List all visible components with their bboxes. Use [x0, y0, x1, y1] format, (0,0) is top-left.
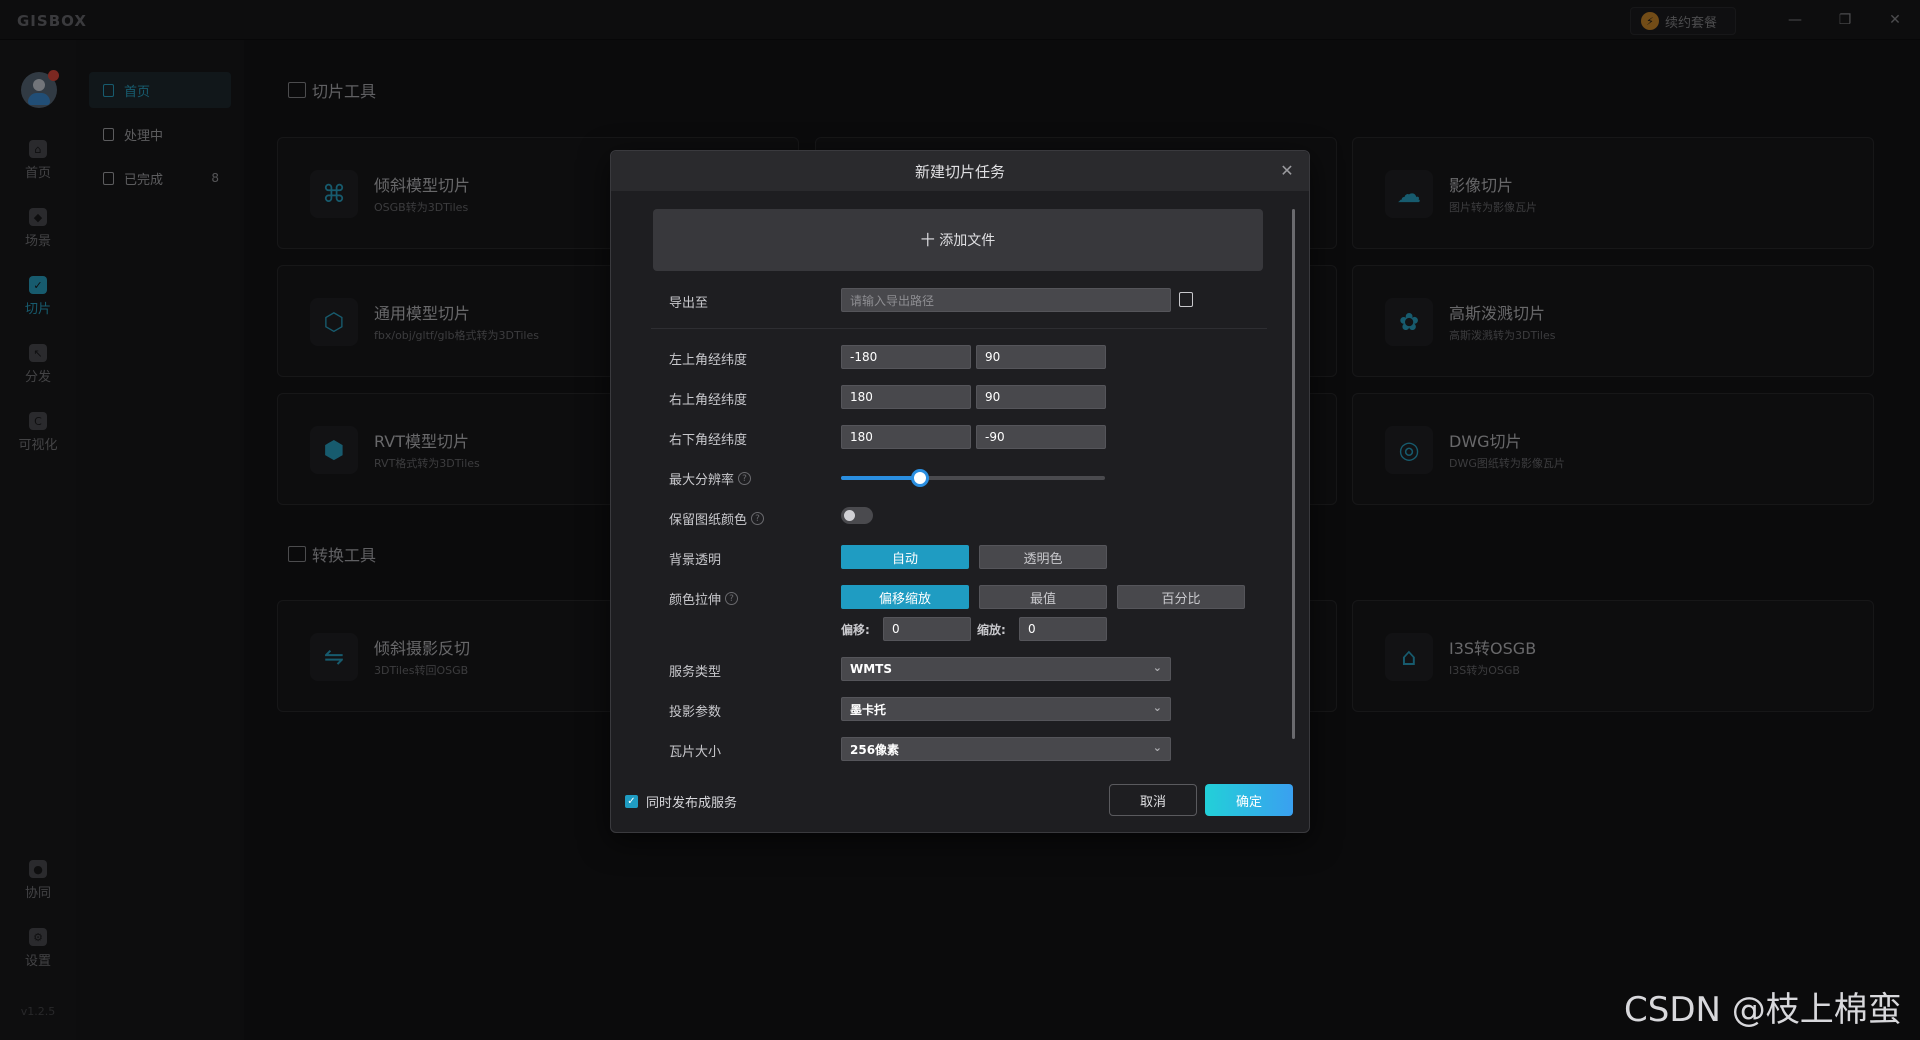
divider	[651, 328, 1267, 329]
top-right-lon-input[interactable]: 180	[841, 385, 971, 409]
app-root: GISBOX ⚡ 续约套餐 — ❐ ✕ ⌂ 首页 ◆ 场景 ✓ 切片 ↖ 分发	[0, 0, 1920, 1040]
max-res-slider[interactable]	[841, 469, 1105, 487]
cancel-button[interactable]: 取消	[1109, 784, 1197, 816]
modal-header: 新建切片任务 ✕	[611, 151, 1309, 191]
publish-service-check[interactable]: ✓ 同时发布成服务	[625, 792, 737, 811]
confirm-button[interactable]: 确定	[1205, 784, 1293, 816]
publish-label: 同时发布成服务	[646, 796, 738, 811]
scale-input[interactable]: 0	[1019, 617, 1107, 641]
max-res-label: 最大分辨率 ?	[669, 469, 752, 488]
help-icon[interactable]: ?	[751, 512, 765, 525]
top-right-label-text: 右上角经纬度	[669, 393, 748, 408]
stretch-label-text: 颜色拉伸	[669, 593, 722, 608]
service-type-select[interactable]: WMTS ⌄	[841, 657, 1171, 681]
stretch-option-minmax[interactable]: 最值	[979, 585, 1107, 609]
chevron-down-icon: ⌄	[1152, 661, 1162, 674]
help-icon[interactable]: ?	[725, 592, 739, 605]
top-left-label-text: 左上角经纬度	[669, 353, 748, 368]
keep-color-toggle[interactable]	[841, 507, 873, 524]
chevron-down-icon: ⌄	[1152, 701, 1162, 714]
tile-size-select[interactable]: 256像素 ⌄	[841, 737, 1171, 761]
offset-input[interactable]: 0	[883, 617, 971, 641]
projection-label: 投影参数	[669, 701, 721, 720]
export-path-input[interactable]: 请输入导出路径	[841, 288, 1171, 312]
top-left-lat-input[interactable]: 90	[976, 345, 1106, 369]
top-right-label: 右上角经纬度	[669, 389, 747, 408]
scale-label: 缩放:	[977, 623, 1006, 637]
close-icon[interactable]: ✕	[1277, 161, 1297, 181]
service-label-text: 服务类型	[669, 665, 722, 680]
bottom-right-lon-input[interactable]: 180	[841, 425, 971, 449]
service-type-label: 服务类型	[669, 661, 721, 680]
bg-option-auto[interactable]: 自动	[841, 545, 969, 569]
bottom-right-label-text: 右下角经纬度	[669, 433, 748, 448]
bottom-right-lat-input[interactable]: -90	[976, 425, 1106, 449]
projection-select[interactable]: 墨卡托 ⌄	[841, 697, 1171, 721]
modal-title: 新建切片任务	[914, 162, 1005, 181]
chevron-down-icon: ⌄	[1152, 741, 1162, 754]
folder-browse-icon[interactable]	[1179, 292, 1193, 307]
max-res-label-text: 最大分辨率	[669, 473, 735, 488]
bg-option-transparent[interactable]: 透明色	[979, 545, 1107, 569]
proj-value: 墨卡托	[850, 702, 887, 717]
stretch-option-offset-scale[interactable]: 偏移缩放	[841, 585, 969, 609]
watermark-text: CSDN @枝上棉蛮	[1624, 990, 1902, 1030]
keep-color-label: 保留图纸颜色 ?	[669, 509, 765, 528]
stretch-option-percent[interactable]: 百分比	[1117, 585, 1245, 609]
bottom-right-label: 右下角经纬度	[669, 429, 747, 448]
tile-label-text: 瓦片大小	[669, 745, 722, 760]
slider-thumb[interactable]	[911, 469, 929, 487]
bg-transparent-label: 背景透明	[669, 549, 721, 568]
top-right-lat-input[interactable]: 90	[976, 385, 1106, 409]
export-label: 导出至	[669, 292, 708, 311]
add-file-button[interactable]: 十 添加文件	[653, 209, 1263, 271]
help-icon[interactable]: ?	[738, 472, 752, 485]
tile-size-label: 瓦片大小	[669, 741, 721, 760]
modal-scrollbar[interactable]	[1292, 209, 1295, 739]
slider-fill	[841, 476, 920, 480]
service-value: WMTS	[850, 662, 893, 676]
export-label-text: 导出至	[669, 296, 709, 311]
proj-label-text: 投影参数	[669, 705, 722, 720]
bg-label-text: 背景透明	[669, 553, 722, 568]
top-left-lon-input[interactable]: -180	[841, 345, 971, 369]
top-left-label: 左上角经纬度	[669, 349, 747, 368]
offset-label: 偏移:	[841, 623, 870, 637]
checkbox-checked-icon[interactable]: ✓	[625, 795, 638, 808]
new-slice-task-modal: 新建切片任务 ✕ 十 添加文件 导出至 请输入导出路径 左上角经纬度 -180 …	[610, 150, 1310, 833]
toggle-knob	[844, 510, 855, 521]
keep-color-label-text: 保留图纸颜色	[669, 513, 748, 528]
tile-value: 256像素	[850, 742, 900, 757]
color-stretch-label: 颜色拉伸 ?	[669, 589, 739, 608]
